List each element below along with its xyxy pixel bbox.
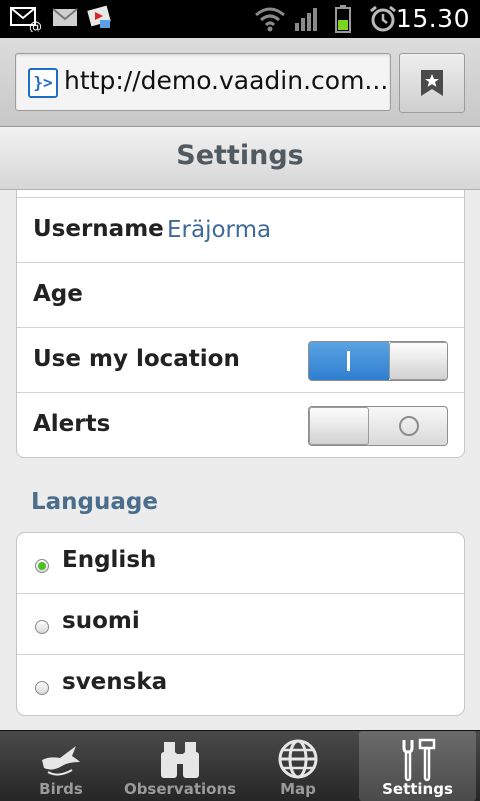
alarm-icon bbox=[368, 4, 398, 38]
tab-map[interactable]: Map bbox=[240, 731, 356, 801]
media-notification-icon bbox=[86, 4, 116, 36]
battery-icon bbox=[334, 4, 352, 38]
alerts-label: Alerts bbox=[33, 411, 111, 437]
page-title: Settings bbox=[176, 140, 304, 171]
language-options: English suomi svenska bbox=[16, 532, 465, 716]
signal-icon bbox=[294, 6, 320, 36]
username-row[interactable]: Username Eräjorma bbox=[17, 197, 464, 262]
radio-selected-dot bbox=[38, 562, 46, 570]
username-field[interactable]: Eräjorma bbox=[167, 217, 271, 243]
settings-content: Username Eräjorma Age Use my location Al… bbox=[0, 190, 480, 730]
language-option-label: English bbox=[62, 547, 157, 573]
language-option-label: svenska bbox=[62, 669, 168, 695]
language-option-suomi[interactable]: suomi bbox=[17, 593, 464, 654]
language-option-label: suomi bbox=[62, 608, 140, 634]
toggle-knob bbox=[309, 407, 369, 445]
radio-button[interactable] bbox=[35, 559, 49, 573]
radio-button[interactable] bbox=[35, 681, 49, 695]
toggle-on-mark bbox=[347, 351, 350, 371]
url-text: http://demo.vaadin.com... bbox=[64, 66, 389, 95]
username-label: Username bbox=[33, 216, 164, 242]
age-label: Age bbox=[33, 281, 83, 307]
tab-settings[interactable]: Settings bbox=[359, 731, 476, 801]
tab-label: Birds bbox=[39, 780, 83, 798]
location-label: Use my location bbox=[33, 346, 240, 372]
tab-birds[interactable]: Birds bbox=[4, 731, 118, 801]
tools-icon bbox=[402, 738, 435, 782]
language-heading: Language bbox=[31, 489, 158, 515]
nav-bar: Settings bbox=[0, 127, 480, 190]
tab-label: Observations bbox=[123, 780, 237, 798]
vaadin-icon: }> bbox=[28, 68, 58, 98]
missed-email-icon: @ bbox=[10, 6, 42, 36]
location-row: Use my location bbox=[17, 327, 464, 392]
language-option-english[interactable]: English bbox=[17, 533, 464, 593]
toggle-knob bbox=[389, 342, 447, 380]
status-bar: @ 15.30 bbox=[0, 0, 480, 38]
gmail-icon bbox=[52, 8, 78, 32]
tab-bar: Birds Observations Map Settings bbox=[0, 730, 480, 801]
status-time: 15.30 bbox=[395, 4, 470, 33]
tab-label: Map bbox=[280, 780, 316, 798]
binoculars-icon bbox=[161, 742, 199, 778]
bookmark-button[interactable] bbox=[399, 53, 465, 113]
tab-observations[interactable]: Observations bbox=[122, 731, 238, 801]
language-option-svenska[interactable]: svenska bbox=[17, 654, 464, 715]
url-bar[interactable]: }> http://demo.vaadin.com... bbox=[15, 53, 391, 111]
tab-label: Settings bbox=[382, 780, 453, 798]
alerts-toggle[interactable] bbox=[308, 406, 448, 446]
settings-form: Username Eräjorma Age Use my location Al… bbox=[16, 190, 465, 458]
toggle-off-mark bbox=[399, 416, 419, 436]
radio-button[interactable] bbox=[35, 620, 49, 634]
browser-toolbar: }> http://demo.vaadin.com... bbox=[0, 38, 480, 127]
bookmark-icon bbox=[421, 70, 443, 96]
clipped-row bbox=[17, 190, 464, 197]
svg-text:@: @ bbox=[29, 20, 42, 32]
alerts-row: Alerts bbox=[17, 392, 464, 457]
age-row[interactable]: Age bbox=[17, 262, 464, 327]
globe-icon bbox=[278, 739, 318, 779]
location-toggle[interactable] bbox=[308, 341, 448, 381]
wifi-icon bbox=[254, 6, 286, 36]
bird-icon bbox=[42, 746, 80, 776]
